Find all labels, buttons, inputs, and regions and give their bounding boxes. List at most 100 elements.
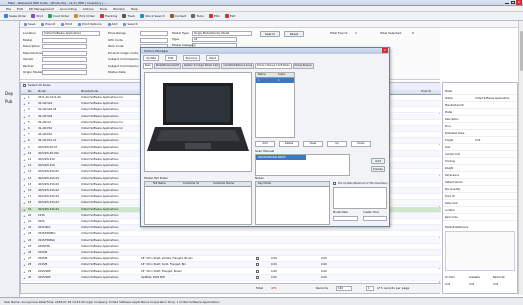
vertical-scrollbar[interactable] — [518, 21, 523, 295]
subtoolbar-button-search[interactable]: Search — [123, 22, 138, 27]
row-expand-icon[interactable]: + — [23, 239, 26, 243]
toolbar-button-cust-order[interactable]: Cust Order — [48, 14, 69, 19]
table-row[interactable]: +26 2045/B United Software Applications — [21, 250, 441, 256]
row-expand-icon[interactable]: + — [23, 263, 26, 267]
row-expand-icon[interactable]: + — [23, 146, 26, 150]
table-row[interactable]: +27 2045/B United Software Applications 18"… — [21, 256, 441, 263]
filter-field-3[interactable] — [42, 50, 87, 56]
menu-item-tools[interactable]: Tools — [100, 7, 107, 11]
header-manufacturer[interactable]: Manufacturer — [81, 89, 98, 94]
filter-mid-field-1[interactable] — [140, 37, 168, 43]
maximize-icon[interactable] — [511, 1, 515, 4]
menu-item-edit[interactable]: Edit — [17, 7, 23, 11]
toolbar-button-contact[interactable]: Contact — [169, 14, 186, 19]
pick-up-note-text[interactable] — [333, 187, 387, 209]
left-label-dep[interactable]: Dep — [5, 91, 13, 96]
menu-item-kd-management[interactable]: KD Management — [29, 7, 54, 11]
pick-up-note-checkbox[interactable] — [333, 182, 336, 185]
row-expand-icon[interactable]: + — [23, 133, 26, 137]
type-field[interactable]: All — [192, 37, 237, 42]
filter-field-5[interactable] — [42, 63, 87, 69]
table-row[interactable]: +28 2045/B United Software Applications 18"… — [21, 262, 441, 269]
table-row[interactable]: +30 2045/SRP United Software Applications O… — [21, 274, 441, 281]
filter-field-6[interactable] — [42, 70, 87, 75]
toolbar-button-prod[interactable]: Prod — [31, 14, 43, 19]
row-expand-icon[interactable]: + — [23, 208, 26, 212]
dialog-tab-1[interactable]: Model/Model List/LOT — [153, 63, 182, 69]
page-number[interactable]: 1 — [366, 286, 374, 291]
toolbar-button-esc[interactable]: ESC — [208, 14, 220, 19]
header-model[interactable]: Model — [38, 89, 46, 94]
table-row[interactable]: +23 2045/HWPRO United Software Application… — [21, 231, 441, 238]
reset-button[interactable]: Reset — [284, 31, 304, 37]
dialog-close-icon[interactable]: × — [382, 48, 388, 53]
row-expand-icon[interactable]: + — [23, 214, 26, 218]
dialog-tab-2[interactable]: Relation for Single Model: 0.0/0 — [182, 63, 221, 69]
records-per-page[interactable]: 100 — [336, 286, 352, 291]
menu-item-actions[interactable]: Actions — [83, 7, 94, 11]
toolbar-button-exit[interactable]: Exit — [224, 14, 235, 19]
table-row[interactable]: +29 2045/SRP United Software Applications 1… — [21, 268, 441, 275]
menu-item-help[interactable]: Help — [131, 7, 138, 11]
subtoolbar-button-print-options[interactable]: Print Options — [78, 22, 102, 27]
row-expand-icon[interactable]: + — [23, 177, 26, 181]
scan-add-button[interactable]: Add — [371, 158, 385, 164]
toolbar-button-stock-search[interactable]: Stock Search — [140, 14, 165, 19]
row-expand-icon[interactable]: + — [23, 251, 26, 255]
row-expand-icon[interactable]: + — [23, 139, 26, 143]
row-expand-icon[interactable]: + — [23, 195, 26, 199]
notes-grid[interactable]: Key Model — [255, 181, 330, 225]
dialog-tab-0[interactable]: Basic — [143, 63, 153, 69]
row-expand-icon[interactable]: + — [23, 276, 26, 280]
dialog-right-tab-0[interactable]: Picture 1 Manual 2 Soft Media — [255, 63, 292, 69]
picture-delete-button[interactable]: Delete — [279, 141, 299, 147]
dialog-edit-button[interactable]: Edit — [165, 55, 177, 61]
row-expand-icon[interactable]: + — [23, 201, 26, 205]
row-expand-icon[interactable]: + — [23, 102, 26, 106]
row-expand-icon[interactable]: + — [23, 164, 26, 168]
picture-add-button[interactable]: Add — [255, 141, 275, 147]
picture-up-button[interactable]: Up — [327, 141, 347, 147]
row-expand-icon[interactable]: + — [23, 226, 26, 230]
row-expand-icon[interactable]: + — [23, 108, 26, 112]
row-expand-icon[interactable]: + — [23, 245, 26, 249]
row-expand-icon[interactable]: + — [23, 183, 26, 187]
dialog-update-button[interactable]: Update — [143, 55, 160, 61]
scan-delete-button[interactable]: Delete — [371, 166, 385, 172]
row-checkbox[interactable] — [256, 257, 259, 261]
toolbar-button-sales-order[interactable]: Sales Order — [4, 14, 26, 19]
toolbar-button-tools[interactable]: Tools — [191, 14, 204, 19]
subtoolbar-button-export[interactable]: Export — [41, 22, 55, 27]
row-expand-icon[interactable]: + — [23, 127, 26, 131]
row-expand-icon[interactable]: + — [23, 232, 26, 236]
list-item[interactable]: 1 1 — [256, 78, 294, 83]
dialog-tab-3[interactable]: Color/Print Before & Scrap — [221, 63, 255, 69]
create-time-field[interactable] — [363, 216, 387, 221]
row-expand-icon[interactable]: + — [23, 152, 26, 156]
select-all-checkbox[interactable] — [23, 84, 26, 87]
table-row[interactable]: +25 2045/HW United Software Applications — [21, 243, 441, 250]
filter-field-1[interactable] — [42, 37, 87, 43]
dialog-next-button[interactable]: Next — [206, 55, 219, 61]
detail-value[interactable]: United Software Applications — [475, 96, 515, 101]
picture-clear-button[interactable]: Clear — [303, 141, 323, 147]
model-date-field[interactable] — [333, 216, 358, 221]
filter-mid-field-0[interactable] — [140, 31, 168, 36]
row-expand-icon[interactable]: + — [23, 121, 26, 125]
toolbar-button-tracking[interactable]: Tracking — [99, 14, 117, 19]
row-checkbox[interactable] — [256, 275, 259, 279]
row-expand-icon[interactable]: + — [23, 115, 26, 119]
location-field[interactable]: United Software Applications — [42, 31, 100, 36]
close-icon[interactable]: × — [516, 0, 522, 5]
left-label-pub[interactable]: Pub — [5, 99, 12, 104]
row-expand-icon[interactable]: + — [23, 96, 26, 100]
dialog-right-tab-1[interactable]: Picture Browser — [292, 63, 314, 69]
row-expand-icon[interactable]: + — [23, 220, 26, 224]
dialog-previous-button[interactable]: Previous — [182, 55, 201, 61]
search-button[interactable]: Search — [260, 31, 280, 37]
menu-item-window[interactable]: Window — [113, 7, 125, 11]
subtoolbar-button-save[interactable]: Save — [24, 22, 35, 27]
table-row[interactable]: +24 2045/HWBLK United Software Application… — [21, 237, 441, 244]
filter-field-4[interactable] — [42, 57, 87, 62]
row-expand-icon[interactable]: + — [23, 270, 26, 274]
